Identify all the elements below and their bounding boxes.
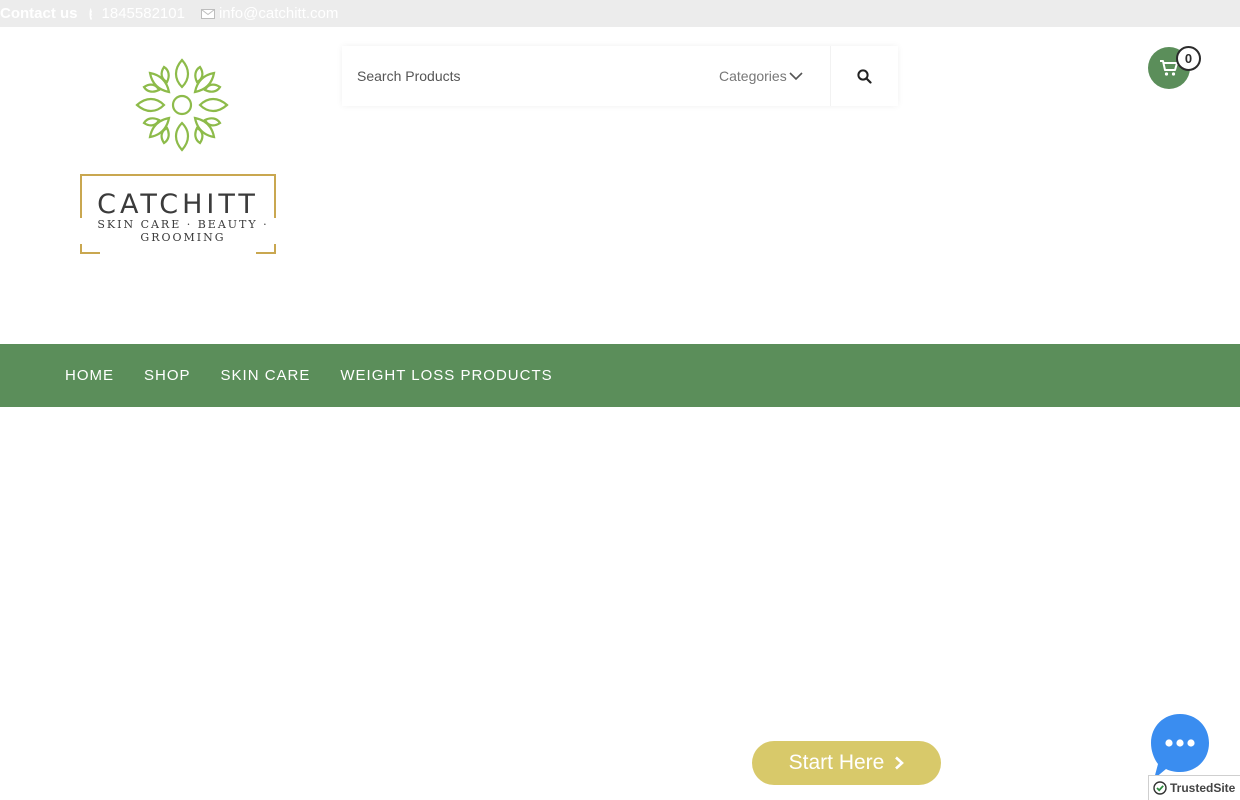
contact-label: Contact us [0,5,78,22]
categories-label: Categories [719,68,787,84]
search-button[interactable] [830,46,898,106]
search-icon [857,68,872,84]
site-logo[interactable]: CATCHITT SKIN CARE · BEAUTY · GROOMING [58,55,308,260]
phone-icon [89,7,92,20]
nav-item-skin-care[interactable]: SKIN CARE [221,367,311,384]
logo-brand-name: CATCHITT [97,189,259,220]
trustedsite-badge[interactable]: TrustedSite [1148,775,1240,800]
chat-widget-button[interactable] [1150,713,1210,781]
cart-count-badge: 0 [1176,46,1201,71]
product-search-bar: Categories [342,46,898,106]
start-here-button[interactable]: Start Here [752,741,941,785]
chat-icon [1151,714,1209,779]
check-shield-icon [1153,781,1167,795]
email-link[interactable]: info@catchitt.com [200,5,339,22]
page: Contact us 1845582101 info@catchitt.com [0,0,1240,800]
search-input[interactable] [342,47,702,105]
mail-icon [200,8,215,19]
logo-frame-corner [256,252,276,254]
main-nav: HOME SHOP SKIN CARE WEIGHT LOSS PRODUCTS [0,344,1240,407]
nav-item-shop[interactable]: SHOP [144,367,191,384]
logo-frame-corner [80,252,100,254]
chevron-right-icon [895,756,905,770]
contact-bar: Contact us 1845582101 info@catchitt.com [0,0,1240,27]
logo-tagline: SKIN CARE · BEAUTY · GROOMING [58,218,308,244]
start-here-label: Start Here [788,751,885,774]
categories-dropdown[interactable]: Categories [719,46,803,106]
email-address: info@catchitt.com [218,5,339,22]
leaf-emblem-icon [135,58,229,152]
phone-number: 1845582101 [101,5,185,22]
nav-item-weight-loss-products[interactable]: WEIGHT LOSS PRODUCTS [340,367,552,384]
phone-link[interactable]: 1845582101 [88,5,185,22]
chevron-down-icon [789,72,803,81]
trustedsite-label: TrustedSite [1170,781,1236,795]
nav-item-home[interactable]: HOME [65,367,114,384]
